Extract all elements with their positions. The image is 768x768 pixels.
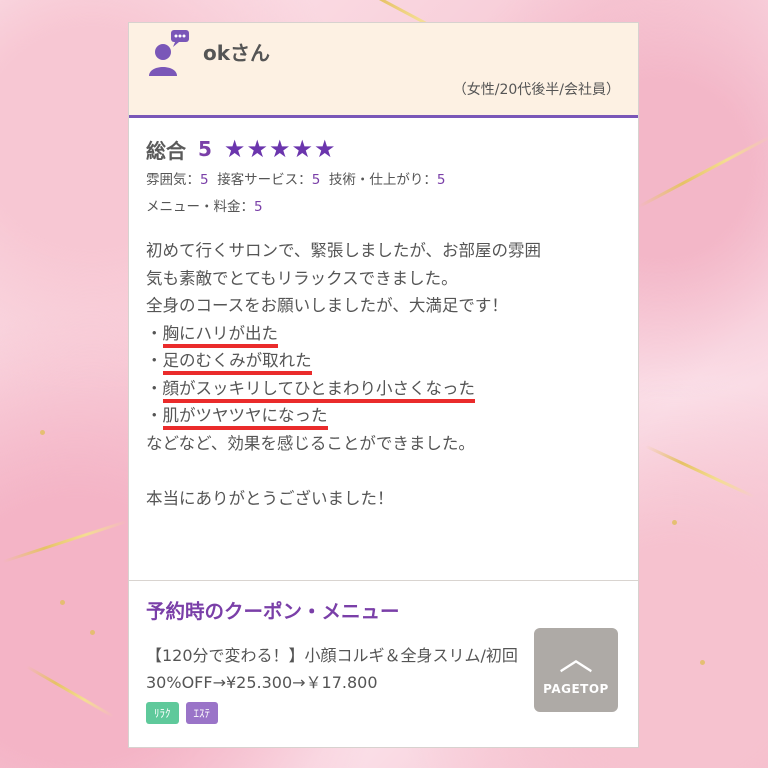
coupon-heading: 予約時のクーポン・メニュー [146, 600, 400, 623]
rating-service-label: 接客サービス： [217, 172, 312, 188]
pagetop-button[interactable]: ︿ PAGETOP [534, 628, 618, 712]
rating-atmosphere-value: 5 [200, 172, 209, 188]
gold-streak [638, 134, 768, 209]
rating-menu-label: メニュー・料金： [146, 199, 254, 215]
review-line: 気も素敵でとてもリラックスできました。 [146, 268, 458, 288]
rating-technique-label: 技術・仕上がり： [328, 172, 437, 188]
bullet-item: ・胸にハリが出た [146, 320, 622, 348]
rating-menu-value: 5 [254, 199, 263, 215]
gold-sparkle [90, 630, 95, 635]
highlighted-text: 顔がスッキリしてひとまわり小さくなった [162, 378, 476, 403]
gold-streak [25, 665, 115, 718]
highlighted-text: 胸にハリが出た [162, 323, 278, 348]
tag-relaxation: ﾘﾗｸ [146, 702, 179, 724]
review-body: 総合 5 ★★★★★ 雰囲気：5 接客サービス：5 技術・仕上がり：5 メニュー… [129, 118, 638, 512]
reviewer-profile: （女性/20代後半/会社員） [452, 82, 620, 98]
section-divider [129, 580, 638, 581]
review-line: 全身のコースをお願いしましたが、大満足です！ [146, 296, 508, 315]
category-ratings: 雰囲気：5 接客サービス：5 技術・仕上がり：5 メニュー・料金：5 [146, 167, 622, 221]
tag-esthetic: ｴｽﾃ [185, 702, 218, 724]
gold-sparkle [672, 520, 677, 525]
bullet-item: ・肌がツヤツヤになった [146, 402, 622, 430]
gold-sparkle [60, 600, 65, 605]
review-line: 初めて行くサロンで、緊張しましたが、お部屋の雰囲 [146, 241, 542, 260]
highlighted-text: 肌がツヤツヤになった [162, 406, 328, 430]
star-rating-icon: ★★★★★ [223, 135, 337, 163]
gold-streak [644, 444, 756, 499]
coupon-description: 【120分で変わる！】小顔コルギ＆全身スリム/初回 [146, 646, 518, 665]
gold-streak [2, 519, 128, 564]
gold-sparkle [40, 430, 45, 435]
overall-rating: 総合 5 ★★★★★ [146, 134, 622, 164]
chevron-up-icon: ︿ [559, 639, 593, 679]
rating-atmosphere-label: 雰囲気： [146, 172, 200, 188]
review-closing: 本当にありがとうございました！ [146, 488, 394, 508]
review-line: などなど、効果を感じることができました。 [146, 433, 475, 453]
highlighted-text: 足のむくみが取れた [162, 351, 312, 375]
gold-sparkle [700, 660, 705, 665]
bullet-item: ・足のむくみが取れた [146, 347, 622, 375]
rating-service-value: 5 [311, 172, 321, 188]
coupon-price: 30%OFF→¥25.300→￥17.800 [146, 673, 378, 692]
reviewer-header: okさん （女性/20代後半/会社員） [129, 23, 638, 118]
review-text: 初めて行くサロンで、緊張しましたが、お部屋の雰囲 気も素敵でとてもリラックスでき… [146, 237, 622, 512]
pagetop-label: PAGETOP [543, 682, 609, 696]
rating-technique-value: 5 [436, 172, 446, 188]
overall-label: 総合 [146, 138, 186, 163]
reviewer-name: okさん [203, 41, 271, 65]
overall-score: 5 [198, 137, 212, 161]
user-comment-icon [149, 30, 189, 76]
bullet-item: ・顔がスッキリしてひとまわり小さくなった [146, 375, 622, 403]
